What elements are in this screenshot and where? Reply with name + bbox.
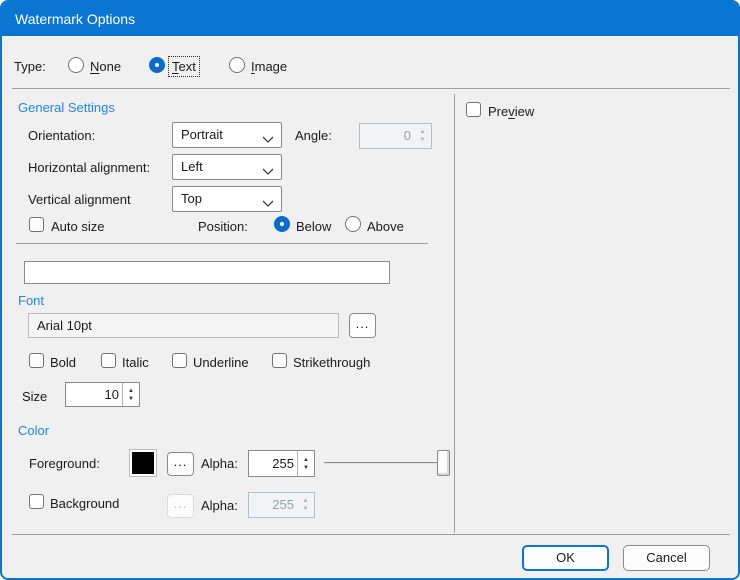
angle-spinner: 0 ▲▼ [359, 123, 432, 149]
general-separator [16, 243, 428, 244]
spinner-buttons[interactable]: ▲▼ [122, 383, 139, 406]
italic-checkbox[interactable] [101, 353, 116, 368]
font-header: Font [18, 293, 44, 308]
strikethrough-label[interactable]: Strikethrough [293, 354, 370, 371]
foreground-alpha-value: 255 [249, 451, 294, 476]
preview-checkbox[interactable] [466, 102, 481, 117]
underline-label[interactable]: Underline [193, 354, 249, 371]
watermark-options-dialog: Watermark Options Type: None Text Image … [0, 0, 740, 580]
spinner-up-icon: ▲ [420, 129, 426, 135]
type-radio-text[interactable] [149, 57, 165, 73]
size-value: 10 [66, 383, 119, 406]
background-alpha-label: Alpha: [201, 497, 238, 514]
chevron-down-icon [262, 132, 274, 140]
title-bar[interactable]: Watermark Options [2, 2, 738, 36]
background-color-browse-button: ... [167, 494, 194, 518]
orientation-select[interactable]: Portrait [172, 122, 282, 148]
foreground-alpha-spinner[interactable]: 255 ▲▼ [248, 450, 315, 477]
spinner-down-icon[interactable]: ▼ [128, 396, 134, 402]
background-label[interactable]: Background [50, 495, 119, 512]
position-below-label[interactable]: Below [296, 218, 331, 235]
strikethrough-checkbox[interactable] [272, 353, 287, 368]
foreground-color-browse-button[interactable]: ... [167, 452, 194, 476]
spinner-down-icon: ▼ [420, 137, 426, 143]
type-radio-text-label[interactable]: Text [170, 58, 198, 75]
vertical-alignment-value: Top [181, 187, 202, 211]
chevron-down-icon [262, 164, 274, 172]
preview-text-post: iew [515, 104, 535, 119]
size-spinner[interactable]: 10 ▲▼ [65, 382, 140, 407]
preview-text-pre: Pre [488, 104, 508, 119]
bold-checkbox[interactable] [29, 353, 44, 368]
general-settings-header: General Settings [18, 100, 115, 115]
type-radio-image[interactable] [229, 57, 245, 73]
spinner-up-icon: ▲ [303, 498, 309, 504]
slider-track[interactable] [324, 462, 442, 464]
footer-separator [12, 534, 730, 535]
background-checkbox[interactable] [29, 494, 44, 509]
spinner-down-icon: ▼ [303, 506, 309, 512]
type-radio-none-label[interactable]: None [90, 58, 121, 75]
spinner-buttons[interactable]: ▲▼ [297, 451, 314, 476]
type-text-text: ext [179, 59, 196, 74]
position-radio-above[interactable] [345, 216, 361, 232]
font-name-field: Arial 10pt [28, 313, 339, 338]
type-radio-none[interactable] [68, 57, 84, 73]
color-header: Color [18, 423, 49, 438]
spinner-buttons: ▲▼ [414, 124, 431, 148]
underline-checkbox[interactable] [172, 353, 187, 368]
angle-value: 0 [360, 124, 411, 148]
background-alpha-value: 255 [249, 493, 294, 517]
horizontal-alignment-value: Left [181, 155, 203, 179]
size-label: Size [22, 388, 47, 405]
type-separator [12, 88, 730, 89]
foreground-alpha-slider[interactable] [322, 449, 450, 477]
orientation-label: Orientation: [28, 127, 95, 144]
type-image-text: mage [255, 59, 288, 74]
spinner-up-icon[interactable]: ▲ [303, 457, 309, 463]
panel-divider [454, 94, 455, 533]
spinner-up-icon[interactable]: ▲ [128, 388, 134, 394]
spinner-buttons: ▲▼ [297, 493, 314, 517]
foreground-color-swatch[interactable] [130, 450, 156, 476]
type-label: Type: [14, 58, 46, 75]
position-radio-below[interactable] [274, 216, 290, 232]
ok-button[interactable]: OK [522, 545, 609, 571]
vertical-alignment-select[interactable]: Top [172, 186, 282, 212]
auto-size-label[interactable]: Auto size [51, 218, 104, 235]
font-browse-button[interactable]: ... [349, 313, 376, 338]
type-none-mnemonic: N [90, 59, 99, 74]
dialog-title: Watermark Options [15, 2, 135, 36]
chevron-down-icon [262, 196, 274, 204]
type-radio-image-label[interactable]: Image [251, 58, 287, 75]
italic-label[interactable]: Italic [122, 354, 149, 371]
foreground-alpha-label: Alpha: [201, 455, 238, 472]
font-name-value: Arial 10pt [37, 318, 92, 333]
background-alpha-spinner: 255 ▲▼ [248, 492, 315, 518]
type-none-text: one [99, 59, 121, 74]
horizontal-alignment-select[interactable]: Left [172, 154, 282, 180]
preview-label[interactable]: Preview [488, 103, 534, 120]
watermark-text-input[interactable] [24, 261, 390, 284]
bold-label[interactable]: Bold [50, 354, 76, 371]
position-label: Position: [198, 218, 248, 235]
cancel-button[interactable]: Cancel [623, 545, 710, 571]
angle-label: Angle: [295, 127, 332, 144]
horizontal-alignment-label: Horizontal alignment: [28, 159, 150, 176]
auto-size-checkbox[interactable] [29, 217, 44, 232]
spinner-down-icon[interactable]: ▼ [303, 465, 309, 471]
slider-thumb[interactable] [437, 450, 450, 476]
foreground-label: Foreground: [29, 455, 100, 472]
vertical-alignment-label: Vertical alignment [28, 191, 131, 208]
orientation-value: Portrait [181, 123, 223, 147]
position-above-label[interactable]: Above [367, 218, 404, 235]
